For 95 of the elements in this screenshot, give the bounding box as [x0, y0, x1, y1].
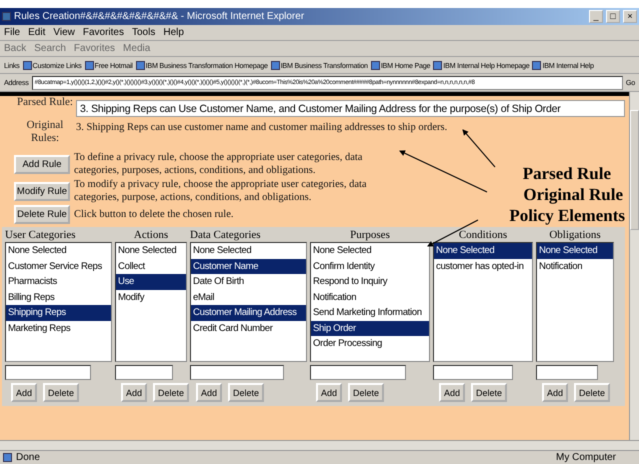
page-icon: [433, 60, 442, 70]
list-box[interactable]: None Selected Customer Name Date Of Birth eMail Customer Mailing Address Credit Card Number: [190, 242, 307, 362]
toolbar-button[interactable]: Search: [34, 43, 66, 54]
list-button[interactable]: Add: [121, 383, 148, 402]
list-button[interactable]: Add: [196, 383, 222, 402]
list-item[interactable]: None Selected: [191, 243, 306, 258]
list-box[interactable]: None Selected Confirm Identity Respond to Inquiry Notification Send Marketing Information Ship Order Order Processing: [310, 242, 430, 362]
list-item[interactable]: Send Marketing Information: [311, 305, 429, 320]
list-item[interactable]: None Selected: [434, 243, 532, 258]
list-button[interactable]: Add: [542, 383, 568, 402]
annotation-text: Original Rule: [523, 185, 623, 205]
status-text: Done: [16, 452, 41, 463]
list-item[interactable]: Order Processing: [311, 336, 429, 352]
window-control[interactable]: _: [589, 10, 603, 23]
list-button[interactable]: Add: [439, 383, 466, 402]
menu-item[interactable]: Tools: [132, 27, 156, 38]
list-item[interactable]: Notification: [311, 290, 429, 305]
list-item[interactable]: Customer Service Reps: [6, 258, 111, 274]
list-item[interactable]: Notification: [537, 258, 613, 274]
column-heading: Actions: [132, 229, 170, 242]
list-item[interactable]: Collect: [116, 258, 186, 274]
page-icon: [270, 60, 280, 70]
list-item[interactable]: Customer Name: [191, 258, 306, 274]
window-control[interactable]: □: [606, 10, 620, 23]
list-button[interactable]: Add: [11, 383, 38, 402]
menu-item[interactable]: Help: [163, 27, 184, 38]
parsed-rule-field[interactable]: 3. Shipping Reps can Use Customer Name, and Customer Mailing Address for the purpose(s) of Ship Order: [76, 100, 625, 117]
list-item[interactable]: Ship Order: [311, 320, 429, 336]
column-heading: User Categories: [5, 229, 77, 242]
list-item[interactable]: None Selected: [311, 243, 429, 258]
list-item[interactable]: Pharmacists: [6, 274, 111, 290]
annotation-text: Policy Elements: [509, 206, 625, 226]
list-item[interactable]: Marketing Reps: [6, 320, 111, 336]
list-item[interactable]: Customer Mailing Address: [191, 305, 306, 320]
annotation-text: Parsed Rule: [522, 164, 611, 184]
menu-item[interactable]: File: [4, 27, 20, 38]
menu-item[interactable]: View: [53, 27, 75, 38]
page-icon: [532, 60, 542, 70]
list-button[interactable]: Add: [316, 383, 342, 402]
list-item[interactable]: Respond to Inquiry: [311, 274, 429, 290]
list-button[interactable]: Delete: [43, 383, 80, 402]
toolbar-button[interactable]: Favorites: [74, 43, 116, 54]
list-item[interactable]: Modify: [116, 290, 186, 305]
list-box[interactable]: None Selected customer has opted-in: [433, 242, 533, 362]
rule-button[interactable]: Modify Rule: [14, 182, 70, 200]
new-item-field[interactable]: [433, 365, 513, 380]
toolbar-button[interactable]: Back: [4, 43, 26, 54]
help-text: To modify a privacy rule, choose the appropriate user categories, data categories, purpose, actions, conditions, and obligations.: [74, 178, 368, 204]
list-button[interactable]: Delete: [348, 383, 384, 402]
new-item-field[interactable]: [190, 365, 284, 380]
list-item[interactable]: None Selected: [116, 243, 186, 258]
page-icon: [3, 453, 12, 462]
list-box[interactable]: None Selected Customer Service Reps Pharmacists Billing Reps Shipping Reps Marketing Reps: [5, 242, 112, 362]
list-item[interactable]: Shipping Reps: [6, 305, 111, 320]
list-item[interactable]: Confirm Identity: [311, 258, 429, 274]
list-item[interactable]: None Selected: [6, 243, 111, 258]
column-heading: Purposes: [349, 229, 391, 242]
zone-text: My Computer: [556, 452, 618, 463]
list-item[interactable]: eMail: [191, 290, 306, 305]
list-button[interactable]: Delete: [471, 383, 508, 402]
new-item-field[interactable]: [310, 365, 406, 380]
page-icon: [370, 60, 380, 70]
column-heading: Data Categories: [190, 229, 262, 242]
menu-item[interactable]: Favorites: [82, 27, 124, 38]
column-heading: Obligations: [548, 229, 602, 242]
list-item[interactable]: None Selected: [537, 243, 613, 258]
toolbar-button[interactable]: Media: [123, 43, 150, 54]
list-item[interactable]: Credit Card Number: [191, 320, 306, 336]
list-item[interactable]: customer has opted-in: [434, 258, 532, 274]
list-button[interactable]: Delete: [153, 383, 190, 402]
rule-button[interactable]: Delete Rule: [14, 205, 70, 224]
list-button[interactable]: Delete: [574, 383, 610, 402]
new-item-field[interactable]: [5, 365, 91, 380]
window-control[interactable]: ×: [623, 10, 637, 23]
rule-button[interactable]: Add Rule: [14, 154, 70, 174]
original-rules-label: Original Rules:: [26, 119, 64, 145]
new-item-field[interactable]: [115, 365, 173, 380]
help-text: To define a privacy rule, choose the appropriate user categories, data categories, purposes, actions, conditions, and obligations.: [74, 151, 364, 177]
page-icon: [84, 60, 94, 70]
list-box[interactable]: None Selected Collect Use Modify: [115, 242, 187, 362]
list-item[interactable]: Use: [116, 274, 186, 290]
menu-item[interactable]: Edit: [28, 27, 46, 38]
list-button[interactable]: Delete: [228, 383, 264, 402]
help-text: Click button to delete the chosen rule.: [74, 208, 234, 221]
page-icon: [136, 60, 145, 70]
list-item[interactable]: Billing Reps: [6, 290, 111, 305]
new-item-field[interactable]: [536, 365, 598, 380]
column-heading: Conditions: [458, 229, 508, 242]
page-icon: [2, 12, 11, 21]
window-title: Rules Creation#&#&#&#&#&#&#&#& - Microsoft Internet Explorer: [14, 11, 306, 22]
original-rule-text: 3. Shipping Reps can use customer name and customer mailing addresses to ship orders.: [76, 121, 448, 134]
page-icon: [22, 60, 32, 70]
list-item[interactable]: Date Of Birth: [191, 274, 306, 290]
list-box[interactable]: None Selected Notification: [536, 242, 614, 362]
parsed-rule-label: Parsed Rule:: [16, 96, 74, 109]
